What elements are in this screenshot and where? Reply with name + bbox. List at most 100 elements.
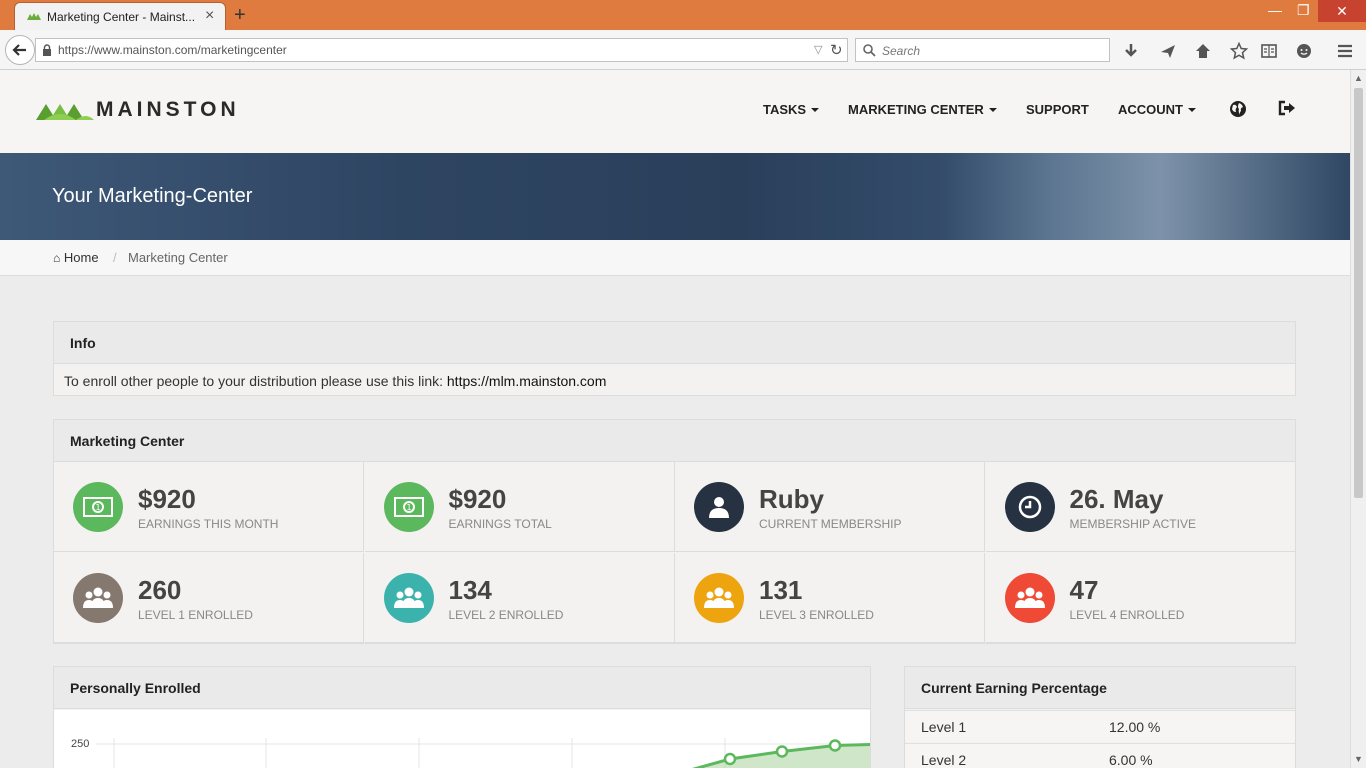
logout-icon[interactable] (1278, 100, 1296, 116)
nav-tasks[interactable]: TASKS (763, 102, 820, 117)
back-button[interactable] (5, 35, 35, 65)
logo-text[interactable]: MAINSTON (96, 98, 240, 122)
info-panel: Info To enroll other people to your dist… (53, 321, 1296, 396)
url-bar[interactable]: https://www.mainston.com/marketingcenter… (35, 38, 848, 62)
svg-text:1: 1 (406, 503, 411, 512)
browser-nav-bar: https://www.mainston.com/marketingcenter… (0, 30, 1366, 70)
hero-banner: Your Marketing-Center (0, 153, 1350, 240)
stat-cell: 47 LEVEL 4 ENROLLED (985, 553, 1296, 643)
home-icon: ⌂ (53, 251, 61, 265)
lock-icon (43, 44, 51, 56)
mainston-logo-icon[interactable] (36, 98, 94, 122)
reading-list-icon[interactable] (1260, 42, 1278, 60)
back-arrow-icon (12, 44, 26, 56)
clock-circle (1004, 482, 1055, 532)
nav-support[interactable]: SUPPORT (1026, 102, 1089, 117)
users-icon (694, 573, 744, 623)
stat-cell: 134 LEVEL 2 ENROLLED (364, 553, 675, 643)
earning-percentage-title: Current Earning Percentage (921, 680, 1107, 696)
level-percentage: 12.00 % (1109, 719, 1161, 735)
stat-cell: 1 $920 EARNINGS THIS MONTH (54, 462, 364, 552)
data-point[interactable] (723, 752, 737, 766)
stat-value: $920 (448, 484, 507, 514)
data-point[interactable] (828, 739, 842, 752)
table-row: Level 1 12.00 % (905, 710, 1295, 742)
users-icon (384, 573, 434, 623)
breadcrumb-current: Marketing Center (128, 250, 228, 265)
bookmark-star-icon[interactable] (1230, 42, 1248, 60)
web-page: MAINSTON TASKS MARKETING CENTER SUPPORT … (0, 70, 1350, 768)
breadcrumb: ⌂ Home / Marketing Center (0, 240, 1350, 276)
tab-close-icon[interactable]: × (205, 7, 214, 25)
money-circle: 1 (383, 482, 434, 532)
browser-tab-bar: Marketing Center - Mainst... × + — ❐ ✕ (0, 0, 1366, 30)
caret-down-icon (811, 108, 820, 112)
enroll-link[interactable]: https://mlm.mainston.com (447, 373, 607, 389)
globe-icon[interactable] (1229, 100, 1247, 118)
info-text: To enroll other people to your distribut… (64, 373, 607, 389)
send-icon[interactable] (1159, 42, 1177, 60)
stat-label: LEVEL 4 ENROLLED (1069, 608, 1185, 622)
users-circle (1004, 573, 1055, 623)
stat-value: 134 (448, 575, 492, 605)
stat-label: LEVEL 2 ENROLLED (448, 608, 564, 622)
stat-label: CURRENT MEMBERSHIP (759, 517, 902, 531)
marketing-center-panel-title: Marketing Center (70, 433, 185, 449)
stat-cell: 131 LEVEL 3 ENROLLED (675, 553, 985, 643)
marketing-center-panel: Marketing Center 1 $920 EARNINGS THIS MONT… (53, 419, 1296, 644)
nav-marketing-center[interactable]: MARKETING CENTER (848, 102, 997, 117)
money-icon: 1 (384, 482, 434, 532)
home-toolbar-icon[interactable] (1194, 42, 1212, 60)
breadcrumb-home[interactable]: ⌂ Home (53, 250, 99, 265)
url-text: https://www.mainston.com/marketingcenter (58, 43, 287, 57)
browser-tab[interactable]: Marketing Center - Mainst... × (14, 2, 226, 30)
search-placeholder: Search (882, 44, 921, 58)
tab-title: Marketing Center - Mainst... (47, 10, 196, 24)
users-icon (73, 573, 123, 623)
reload-icon[interactable]: ↻ (830, 41, 843, 59)
stat-value: $920 (138, 484, 196, 514)
users-circle (383, 573, 434, 623)
users-circle (694, 573, 744, 623)
chat-icon[interactable] (1295, 42, 1313, 60)
browser-search-input[interactable]: Search (855, 38, 1110, 62)
stat-cell: 260 LEVEL 1 ENROLLED (54, 553, 364, 643)
mainston-favicon-icon (27, 13, 41, 20)
money-icon: 1 (73, 482, 123, 532)
maximize-icon[interactable]: ❐ (1297, 2, 1310, 19)
stat-value: 131 (759, 575, 803, 605)
users-circle (73, 573, 123, 623)
stat-cell: 1 $920 EARNINGS TOTAL (364, 462, 675, 552)
personally-enrolled-panel: Personally Enrolled 250 (53, 666, 871, 768)
scroll-up-icon[interactable]: ▲ (1354, 73, 1363, 83)
personally-enrolled-header: Personally Enrolled (54, 667, 870, 709)
url-dropdown-icon[interactable]: ▽ (814, 43, 822, 56)
minimize-icon[interactable]: — (1268, 2, 1282, 18)
table-row: Level 2 6.00 % (905, 743, 1295, 768)
download-icon[interactable] (1122, 42, 1140, 60)
stat-label: LEVEL 1 ENROLLED (138, 608, 253, 622)
stat-value: 260 (138, 575, 182, 605)
data-point[interactable] (775, 745, 789, 758)
close-window-icon[interactable]: ✕ (1318, 0, 1366, 22)
nav-account[interactable]: ACCOUNT (1118, 102, 1196, 117)
marketing-center-panel-header: Marketing Center (54, 420, 1295, 462)
stat-cell: 26. May MEMBERSHIP ACTIVE (985, 462, 1296, 552)
personally-enrolled-chart: 250 (54, 710, 870, 768)
scroll-down-icon[interactable]: ▼ (1354, 754, 1363, 764)
stat-value: Ruby (759, 484, 824, 514)
personally-enrolled-title: Personally Enrolled (70, 680, 201, 696)
stat-value: 26. May (1069, 484, 1164, 514)
user-icon (694, 482, 744, 532)
caret-down-icon (1188, 108, 1196, 112)
svg-text:1: 1 (95, 503, 100, 512)
page-title: Your Marketing-Center (52, 185, 253, 207)
clock-icon (1005, 482, 1055, 532)
scrollbar-thumb[interactable] (1354, 88, 1363, 498)
new-tab-icon[interactable]: + (234, 3, 246, 27)
hamburger-menu-icon[interactable] (1336, 42, 1354, 60)
page-scrollbar[interactable]: ▲ ▼ (1350, 70, 1366, 768)
users-icon (1005, 573, 1055, 623)
stat-value: 47 (1069, 575, 1099, 605)
stat-label: LEVEL 3 ENROLLED (759, 608, 874, 622)
